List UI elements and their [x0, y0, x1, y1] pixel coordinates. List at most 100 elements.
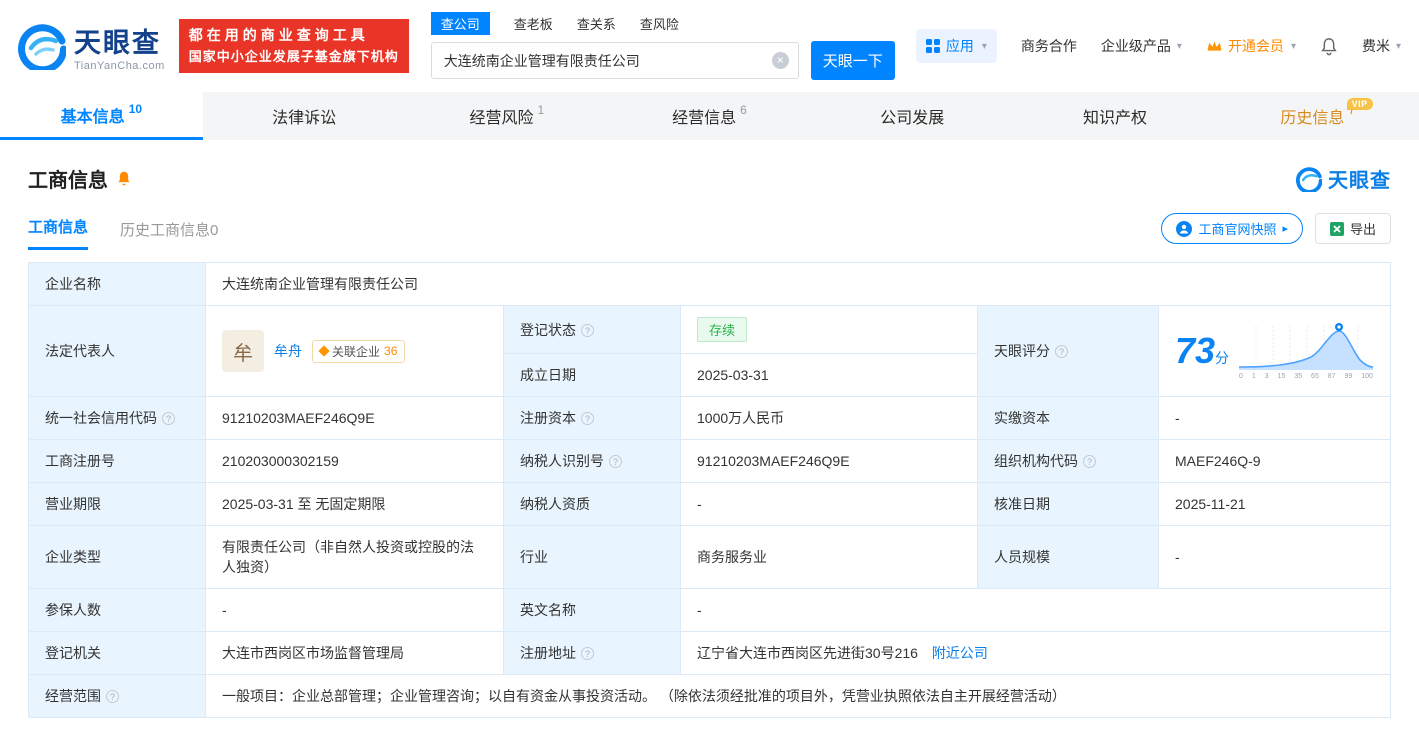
subtab-history-business-info[interactable]: 历史工商信息0: [120, 219, 218, 250]
score-axis-labels: 01 3 15 35 65 87 99 100: [1239, 373, 1373, 380]
section-title: 工商信息: [28, 170, 108, 192]
logo-title: 天眼查: [74, 27, 161, 58]
apps-label: 应用: [945, 38, 974, 54]
label-insured-count: 参保人数: [28, 588, 206, 632]
crown-icon: [1207, 41, 1222, 51]
top-header: 天眼查 TianYanCha.com 都在用的商业查询工具 国家中小企业发展子基…: [0, 0, 1419, 92]
help-icon[interactable]: [581, 323, 594, 337]
value-reg-address: 辽宁省大连市西岗区先进街30号216 附近公司: [680, 631, 1391, 675]
value-reg-capital: 1000万人民币: [680, 396, 978, 440]
slogan-line2: 国家中小企业发展子基金旗下机构: [188, 48, 399, 64]
legal-rep-name-link[interactable]: 牟舟: [274, 341, 302, 361]
value-establish-date: 2025-03-31: [680, 353, 978, 397]
export-button[interactable]: 导出: [1314, 213, 1391, 244]
row-insured-count: 参保人数 - 英文名称 -: [28, 588, 1391, 632]
nav-cooperation[interactable]: 商务合作: [1021, 36, 1077, 56]
tab-legal-litigation[interactable]: 法律诉讼: [203, 92, 406, 140]
label-english-name: 英文名称: [503, 588, 681, 632]
related-companies-icon: [318, 345, 330, 357]
search-tab-relation[interactable]: 查关系: [577, 12, 616, 35]
help-icon[interactable]: [162, 412, 175, 425]
value-org-code: MAEF246Q-9: [1158, 439, 1391, 483]
value-legal-rep: 牟 牟舟 关联企业 36: [205, 305, 504, 397]
search-tab-company[interactable]: 查公司: [430, 12, 490, 35]
brand-wave-icon: [1296, 166, 1322, 192]
search-area: 查公司 查老板 查关系 查风险 天眼一下: [430, 12, 895, 80]
logo-subtitle: TianYanCha.com: [74, 59, 165, 72]
search-tab-boss[interactable]: 查老板: [514, 12, 553, 35]
score-pin-icon: [1335, 323, 1344, 331]
excel-icon: [1329, 221, 1344, 236]
value-staff-size: -: [1158, 525, 1391, 589]
apps-menu[interactable]: 应用: [915, 29, 997, 63]
search-button[interactable]: 天眼一下: [810, 41, 895, 80]
label-reg-address: 注册地址: [503, 631, 681, 675]
notification-bell-icon[interactable]: [1320, 37, 1338, 56]
value-reg-status: 存续: [680, 305, 978, 354]
value-taxpayer-id: 91210203MAEF246Q9E: [680, 439, 978, 483]
label-company-name: 企业名称: [28, 262, 206, 306]
tab-company-development[interactable]: 公司发展: [811, 92, 1014, 140]
brand-watermark: 天眼查: [1296, 164, 1391, 193]
subtab-business-info[interactable]: 工商信息: [28, 216, 89, 250]
company-section-tabs: 基本信息 10 法律诉讼 经营风险 1 经营信息 6 公司发展 知识产权 历史信…: [0, 92, 1419, 140]
label-business-scope: 经营范围: [28, 674, 206, 718]
row-business-scope: 经营范围 一般项目：企业总部管理；企业管理咨询；以自有资金从事投资活动。 （除依…: [28, 674, 1391, 718]
related-companies-badge[interactable]: 关联企业 36: [312, 339, 406, 363]
help-icon[interactable]: [106, 690, 119, 703]
tab-basic-info[interactable]: 基本信息 10: [0, 92, 203, 140]
label-taxpayer-qualification: 纳税人资质: [503, 482, 681, 526]
score-distribution-chart: 01 3 15 35 65 87 99 100: [1239, 322, 1374, 380]
help-icon[interactable]: [581, 647, 594, 660]
label-paid-capital: 实缴资本: [977, 396, 1159, 440]
label-approval-date: 核准日期: [977, 482, 1159, 526]
tab-operating-risk[interactable]: 经营风险 1: [405, 92, 608, 140]
subscribe-bell-icon[interactable]: [116, 170, 132, 187]
value-business-scope: 一般项目：企业总部管理；企业管理咨询；以自有资金从事投资活动。 （除依法须经批准…: [205, 674, 1391, 718]
row-business-term: 营业期限 2025-03-31 至 无固定期限 纳税人资质 - 核准日期 202…: [28, 482, 1391, 526]
label-reg-status: 登记状态: [503, 305, 681, 354]
official-snapshot-button[interactable]: 工商官网快照: [1161, 213, 1303, 244]
grid-icon: [925, 39, 940, 53]
label-org-code: 组织机构代码: [977, 439, 1159, 483]
value-taxpayer-qualification: -: [680, 482, 978, 526]
value-approval-date: 2025-11-21: [1158, 482, 1391, 526]
value-paid-capital: -: [1158, 396, 1391, 440]
row-reg-authority: 登记机关 大连市西岗区市场监督管理局 注册地址 辽宁省大连市西岗区先进街30号2…: [28, 631, 1391, 675]
tianyancha-logo[interactable]: 天眼查 TianYanCha.com: [18, 21, 165, 72]
value-reg-authority: 大连市西岗区市场监督管理局: [205, 631, 504, 675]
nav-open-vip[interactable]: 开通会员: [1206, 36, 1296, 56]
content-area: 工商信息 天眼查 工商信息 历史工商信息0 工商官网快照 ▸ 导出 企业名称 大…: [0, 164, 1419, 718]
help-icon[interactable]: [1055, 345, 1068, 358]
tianyancha-page: 天眼查 TianYanCha.com 都在用的商业查询工具 国家中小企业发展子基…: [0, 0, 1419, 730]
nav-feimi[interactable]: 费米: [1362, 36, 1401, 56]
label-company-type: 企业类型: [28, 525, 206, 589]
top-nav: 应用 商务合作 企业级产品 开通会员 费米: [915, 29, 1401, 63]
slogan-banner: 都在用的商业查询工具 国家中小企业发展子基金旗下机构: [178, 19, 409, 73]
nearby-companies-link[interactable]: 附近公司: [932, 645, 988, 661]
value-credit-code: 91210203MAEF246Q9E: [205, 396, 504, 440]
help-icon[interactable]: [581, 412, 594, 425]
tab-history-info[interactable]: 历史信息 7 VIP: [1216, 92, 1419, 140]
search-tab-risk[interactable]: 查风险: [640, 12, 679, 35]
tab-business-info[interactable]: 经营信息 6: [608, 92, 811, 140]
help-icon[interactable]: [609, 455, 622, 468]
clear-search-icon[interactable]: [771, 52, 789, 69]
search-input[interactable]: [430, 42, 799, 79]
row-company-type: 企业类型 有限责任公司（非自然人投资或控股的法人独资） 行业 商务服务业 人员规…: [28, 525, 1391, 589]
snapshot-person-icon: [1176, 220, 1193, 237]
nav-enterprise[interactable]: 企业级产品: [1101, 36, 1182, 56]
tab-intellectual-property[interactable]: 知识产权: [1014, 92, 1217, 140]
value-english-name: -: [680, 588, 1391, 632]
label-taxpayer-id: 纳税人识别号: [503, 439, 681, 483]
legal-rep-avatar[interactable]: 牟: [222, 330, 264, 372]
label-establish-date: 成立日期: [503, 353, 681, 397]
label-business-term: 营业期限: [28, 482, 206, 526]
label-reg-number: 工商注册号: [28, 439, 206, 483]
value-industry: 商务服务业: [680, 525, 978, 589]
business-info-table: 企业名称 大连统南企业管理有限责任公司 法定代表人 牟 牟舟 关联企业 36 登…: [28, 262, 1391, 718]
row-company-name: 企业名称 大连统南企业管理有限责任公司: [28, 262, 1391, 306]
help-icon[interactable]: [1083, 455, 1096, 468]
search-tabs: 查公司 查老板 查关系 查风险: [430, 12, 895, 35]
label-tianyan-score: 天眼评分: [977, 305, 1159, 397]
